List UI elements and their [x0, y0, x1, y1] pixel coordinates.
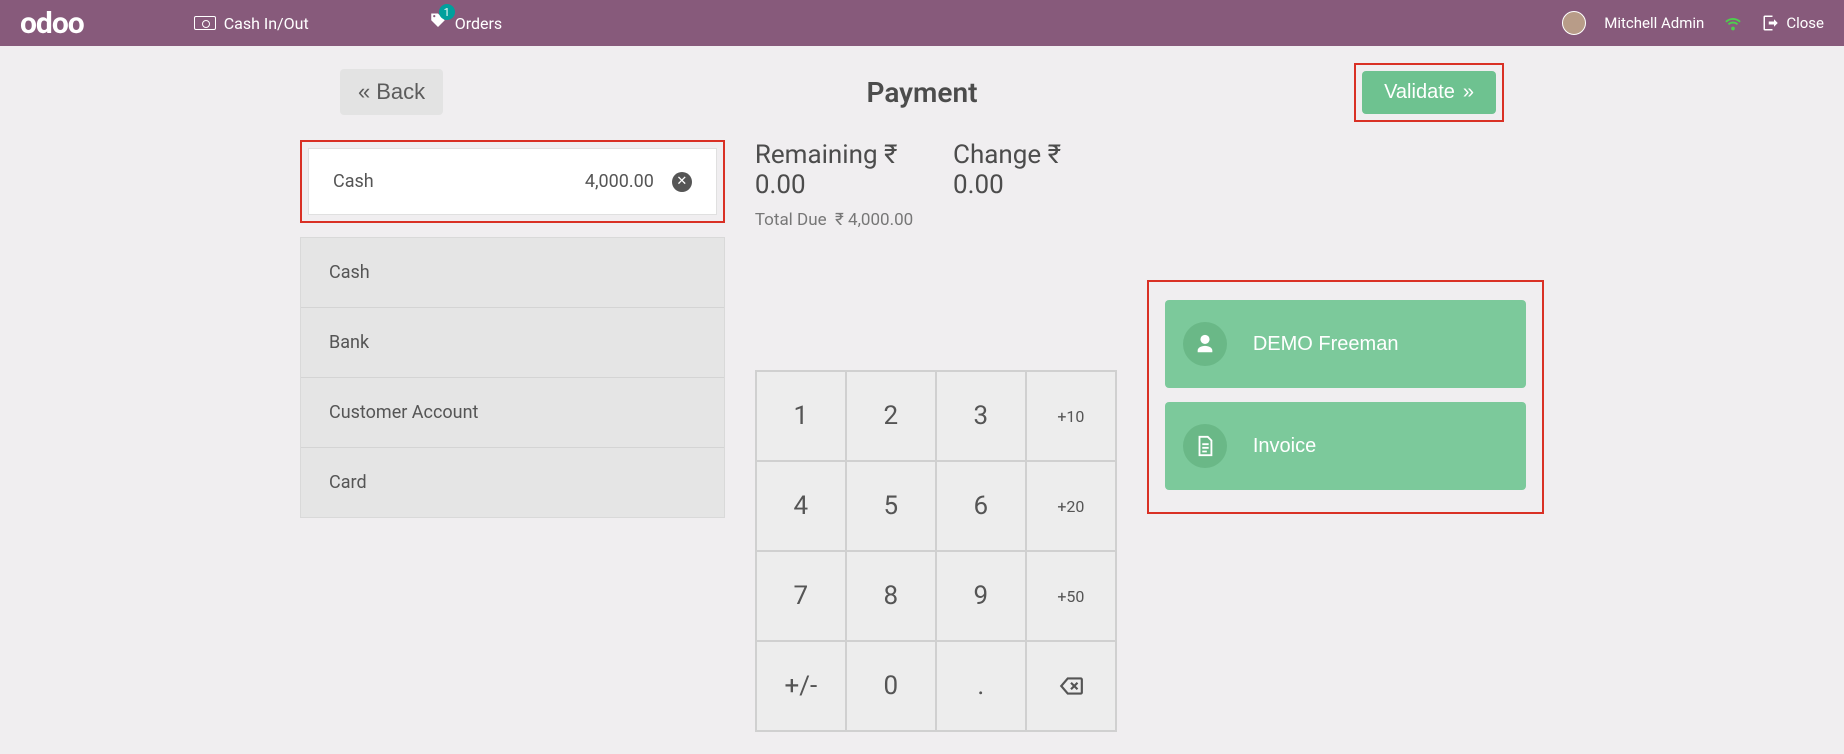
selected-payment-row[interactable]: Cash 4,000.00 ✕	[308, 148, 717, 215]
logo: odoo	[20, 6, 84, 41]
cash-in-out-button[interactable]: Cash In/Out	[194, 14, 309, 33]
numpad-1[interactable]: 1	[756, 371, 846, 461]
orders-icon-wrap: 1	[429, 12, 447, 34]
columns: Cash 4,000.00 ✕ Cash Bank Customer Accou…	[0, 122, 1844, 732]
payment-method-list: Cash Bank Customer Account Card	[300, 237, 725, 518]
user-icon	[1194, 333, 1216, 355]
customer-button[interactable]: DEMO Freeman	[1165, 300, 1526, 388]
content: « Back Payment Validate » Cash 4,000.00 …	[0, 46, 1844, 732]
orders-badge: 1	[439, 4, 455, 20]
numpad-plus-minus[interactable]: +/-	[756, 641, 846, 731]
validate-label: Validate	[1384, 81, 1455, 104]
remaining-label: Remaining	[755, 140, 878, 170]
user-name: Mitchell Admin	[1604, 14, 1704, 32]
validate-button[interactable]: Validate »	[1362, 71, 1496, 114]
numpad-3[interactable]: 3	[936, 371, 1026, 461]
invoice-icon	[1194, 433, 1216, 459]
numpad: 1 2 3 +10 4 5 6 +20 7 8 9 +50 +/- 0 .	[755, 370, 1117, 732]
chevron-left-icon: «	[358, 79, 370, 105]
numpad-7[interactable]: 7	[756, 551, 846, 641]
remaining-amount: Remaining ₹ 0.00	[755, 140, 953, 200]
cash-icon	[194, 16, 216, 30]
validate-highlight: Validate »	[1354, 63, 1504, 122]
payment-method-cash[interactable]: Cash	[301, 238, 724, 308]
back-button[interactable]: « Back	[340, 69, 443, 115]
change-amount: Change ₹ 0.00	[953, 140, 1117, 200]
clear-payment-icon[interactable]: ✕	[672, 172, 692, 192]
header-row: « Back Payment Validate »	[0, 62, 1844, 122]
due-label: Total Due	[755, 210, 827, 230]
numpad-dot[interactable]: .	[936, 641, 1026, 731]
actions-highlight: DEMO Freeman Invoice	[1147, 280, 1544, 514]
numpad-4[interactable]: 4	[756, 461, 846, 551]
selected-method-label: Cash	[333, 171, 374, 192]
close-label: Close	[1786, 14, 1824, 32]
avatar[interactable]	[1562, 11, 1586, 35]
customer-label: DEMO Freeman	[1253, 333, 1399, 356]
change-label: Change	[953, 140, 1041, 170]
left-column: Cash 4,000.00 ✕ Cash Bank Customer Accou…	[300, 140, 725, 518]
invoice-icon-circle	[1183, 424, 1227, 468]
back-label: Back	[376, 79, 425, 105]
logout-icon	[1762, 14, 1780, 32]
payment-method-bank[interactable]: Bank	[301, 308, 724, 378]
invoice-button[interactable]: Invoice	[1165, 402, 1526, 490]
orders-label: Orders	[455, 14, 502, 33]
numpad-plus20[interactable]: +20	[1026, 461, 1116, 551]
top-bar: odoo Cash In/Out 1 Orders Mitchell Admin…	[0, 0, 1844, 46]
payment-method-card[interactable]: Card	[301, 448, 724, 517]
numpad-6[interactable]: 6	[936, 461, 1026, 551]
right-column: DEMO Freeman Invoice	[1147, 140, 1544, 514]
payment-method-customer-account[interactable]: Customer Account	[301, 378, 724, 448]
wifi-icon	[1722, 12, 1744, 34]
invoice-label: Invoice	[1253, 435, 1316, 458]
numpad-plus50[interactable]: +50	[1026, 551, 1116, 641]
chevron-right-icon: »	[1463, 81, 1474, 104]
user-icon-circle	[1183, 322, 1227, 366]
orders-button[interactable]: 1 Orders	[429, 12, 502, 34]
due-value: ₹ 4,000.00	[835, 210, 913, 230]
numpad-2[interactable]: 2	[846, 371, 936, 461]
topbar-right: Mitchell Admin Close	[1562, 11, 1824, 35]
selected-payment-highlight: Cash 4,000.00 ✕	[300, 140, 725, 223]
numpad-backspace[interactable]	[1026, 641, 1116, 731]
numpad-8[interactable]: 8	[846, 551, 936, 641]
cash-in-out-label: Cash In/Out	[224, 14, 309, 33]
totals-row: Remaining ₹ 0.00 Total Due ₹ 4,000.00 Ch…	[755, 140, 1117, 230]
page-title: Payment	[867, 76, 978, 109]
middle-column: Remaining ₹ 0.00 Total Due ₹ 4,000.00 Ch…	[755, 140, 1117, 732]
numpad-5[interactable]: 5	[846, 461, 936, 551]
numpad-9[interactable]: 9	[936, 551, 1026, 641]
numpad-0[interactable]: 0	[846, 641, 936, 731]
total-due: Total Due ₹ 4,000.00	[755, 210, 953, 230]
backspace-icon	[1058, 673, 1084, 699]
selected-amount: 4,000.00	[585, 171, 654, 192]
close-button[interactable]: Close	[1762, 14, 1824, 32]
numpad-plus10[interactable]: +10	[1026, 371, 1116, 461]
